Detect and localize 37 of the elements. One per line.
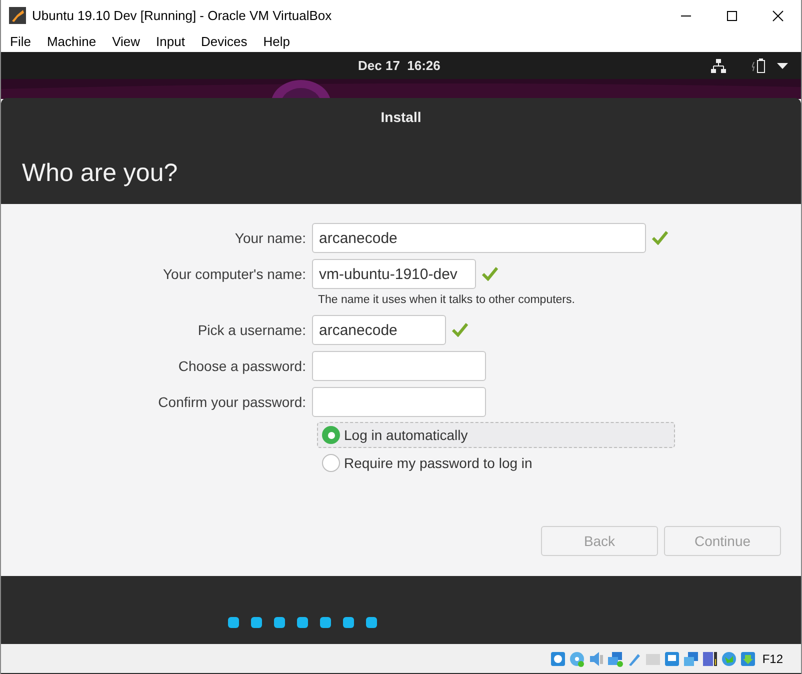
cpu-activity-icon[interactable] [702,650,718,666]
maximize-icon[interactable] [726,10,738,22]
menu-item[interactable]: File [10,32,31,52]
input-field[interactable]: vm-ubuntu-1910-dev [312,259,476,289]
clock[interactable]: Dec 17 16:26 [358,56,440,76]
window-title: Ubuntu 19.10 Dev [Running] - Oracle VM VirtualBox [32,6,332,25]
dialog-title: Install [380,108,422,127]
optical-disc-icon[interactable] [569,650,586,666]
input-field[interactable] [312,387,486,418]
field-label: Pick a username: [196,320,307,340]
windows-icon[interactable] [683,650,700,666]
app-icon [9,7,26,24]
input-field[interactable]: arcanecode [312,223,646,253]
network-adapter-icon[interactable] [607,650,624,666]
menu-item[interactable]: Help [263,32,290,52]
hint-text: The name it uses when it talks to other computers. [318,293,576,308]
close-icon[interactable] [772,10,784,22]
battery-icon[interactable] [752,58,767,74]
menu-item[interactable]: Devices [200,32,248,52]
speaker-icon[interactable] [588,650,604,666]
input-field[interactable]: arcanecode [312,315,446,346]
radio-option[interactable]: Log in automatically [317,422,675,448]
field-label: Choose a password: [177,356,307,376]
radio-option[interactable]: Require my password to log in [317,450,675,476]
menu-item[interactable]: Machine [46,32,96,52]
dropdown-arrow-icon[interactable] [777,62,788,68]
download-icon[interactable] [740,650,756,666]
menu-item[interactable]: View [112,32,140,52]
page-heading: Who are you? [22,158,179,189]
menu-item[interactable]: Input [156,32,185,52]
input-field[interactable] [312,351,486,382]
field-label: Confirm your password: [157,392,307,412]
field-label: Your name: [234,228,307,248]
network-icon[interactable] [711,58,726,72]
display-icon[interactable] [664,650,680,666]
host-key-label: F12 [762,650,783,668]
field-label: Your computer's name: [162,264,307,284]
